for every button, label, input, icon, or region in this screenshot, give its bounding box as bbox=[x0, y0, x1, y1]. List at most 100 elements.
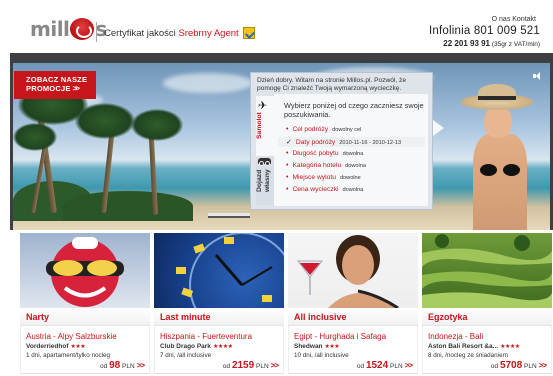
criterion-value: dowolna bbox=[342, 187, 364, 193]
check-icon: ✓ bbox=[286, 139, 292, 146]
site-header: mill s Certyfikat jakości Srebrny Agent … bbox=[0, 0, 553, 50]
criterion-length[interactable]: • Długość pobytu dowolna bbox=[286, 150, 363, 157]
card-photo-clock[interactable] bbox=[154, 233, 284, 308]
price-prefix: od bbox=[356, 363, 365, 370]
chevron-right-icon: >> bbox=[72, 84, 80, 93]
card-destination[interactable]: Indonezja - Bali bbox=[428, 332, 552, 341]
card-hotel: Shedwan ★★★ bbox=[294, 343, 340, 350]
car-icon bbox=[258, 158, 271, 166]
promotions-button[interactable]: ZOBACZ NASZE PROMOCJE >> bbox=[14, 71, 96, 99]
chevron-right-icon: >> bbox=[136, 361, 145, 370]
card-title[interactable]: Last minute bbox=[160, 312, 211, 322]
greeting-text: Dzień dobry. Witam na stronie Millos.pl.… bbox=[257, 77, 407, 92]
card-destination[interactable]: Hiszpania - Fuerteventura bbox=[160, 332, 284, 341]
price-currency: PLN bbox=[256, 363, 269, 370]
quality-certificate: Certyfikat jakości Srebrny Agent bbox=[104, 28, 239, 39]
speaker-icon[interactable] bbox=[533, 72, 543, 80]
card-info: 7 dni, /all inclusive bbox=[160, 352, 212, 359]
card-destination[interactable]: Egipt - Hurghada i Safaga bbox=[294, 332, 418, 341]
card-hotel: Club Drago Park ★★★★ bbox=[160, 343, 233, 350]
card-title[interactable]: Narty bbox=[26, 312, 49, 322]
card-price[interactable]: od 1524 PLN >> bbox=[356, 360, 413, 371]
price-amount: 2159 bbox=[231, 360, 255, 371]
criterion-value: dowolne bbox=[339, 175, 361, 181]
hotel-name: Vorderriedhof bbox=[26, 343, 69, 350]
promo-line1: ZOBACZ NASZE bbox=[26, 75, 88, 84]
card-hotel: Vorderriedhof ★★★ bbox=[26, 343, 86, 350]
hotel-name: Club Drago Park bbox=[160, 343, 211, 350]
logo-mark-icon bbox=[70, 18, 95, 40]
chevron-right-icon: >> bbox=[538, 361, 547, 370]
star-rating-icon: ★★★★ bbox=[212, 344, 233, 350]
criterion-label: Długość pobytu bbox=[292, 150, 339, 157]
speech-arrow bbox=[433, 120, 444, 136]
promo-line2: PROMOCJE bbox=[26, 84, 71, 93]
bullet-icon: • bbox=[286, 150, 289, 157]
card-photo-skier[interactable] bbox=[20, 233, 150, 308]
hotel-name: Shedwan bbox=[294, 343, 323, 350]
criterion-label: Miejsce wylotu bbox=[292, 174, 336, 181]
bullet-icon: • bbox=[286, 126, 289, 133]
agent-woman-image bbox=[461, 84, 547, 230]
price-amount: 5708 bbox=[499, 360, 523, 371]
boat bbox=[208, 213, 250, 218]
price-currency: PLN bbox=[122, 363, 135, 370]
hotline-phone-number: 22 201 93 91 bbox=[443, 39, 491, 48]
card-info: 8 dni, /nocleg ze śniadaniem bbox=[428, 352, 508, 359]
criterion-destination[interactable]: • Cel podróży dowolny cel bbox=[286, 126, 361, 133]
star-rating-icon: ★★★ bbox=[324, 344, 340, 350]
star-rating-icon: ★★★★ bbox=[500, 344, 520, 350]
bullet-icon: • bbox=[286, 186, 289, 193]
card-egzotyka[interactable]: Egzotyka Indonezja - Bali Aston Bali Res… bbox=[422, 233, 552, 374]
bullet-icon: • bbox=[286, 162, 289, 169]
card-price[interactable]: od 2159 PLN >> bbox=[222, 360, 279, 371]
card-info: 10 dni, /all inclusive bbox=[294, 352, 349, 359]
card-price[interactable]: od 98 PLN >> bbox=[100, 360, 145, 371]
hotline-number: Infolinia 801 009 521 bbox=[429, 25, 540, 37]
card-last-minute[interactable]: Last minute Hiszpania - Fuerteventura Cl… bbox=[154, 233, 284, 374]
card-info: 1 dni, apartament/tylko nocleg bbox=[26, 352, 111, 359]
criterion-price[interactable]: • Cena wycieczki dowolna bbox=[286, 186, 363, 193]
card-title[interactable]: All inclusive bbox=[294, 312, 347, 322]
card-photo-woman-drink[interactable] bbox=[288, 233, 418, 308]
criterion-departure[interactable]: • Miejsce wylotu dowolne bbox=[286, 174, 361, 181]
logo-separator bbox=[96, 22, 97, 42]
criterion-label: Cena wycieczki bbox=[292, 186, 339, 193]
card-hotel: Aston Bali Resort &a... ★★★★ bbox=[428, 343, 520, 350]
star-rating-icon: ★★★ bbox=[70, 344, 86, 350]
card-all-inclusive[interactable]: All inclusive Egipt - Hurghada i Safaga … bbox=[288, 233, 418, 374]
price-prefix: od bbox=[100, 363, 108, 370]
criterion-value: dowolny cel bbox=[332, 127, 362, 133]
hotline-cost: (35gr z VAT/min) bbox=[491, 41, 540, 48]
cert-highlight[interactable]: Srebrny Agent bbox=[178, 28, 238, 39]
chevron-right-icon: >> bbox=[270, 361, 279, 370]
price-currency: PLN bbox=[390, 363, 403, 370]
criterion-dates[interactable]: ✓ Daty podróży 2010-11-16 - 2010-12-13 bbox=[286, 138, 401, 146]
card-title[interactable]: Egzotyka bbox=[428, 312, 468, 322]
card-photo-rice-terraces[interactable] bbox=[422, 233, 552, 308]
hotline-phone: 22 201 93 91 (35gr z VAT/min) bbox=[443, 39, 540, 48]
card-destination[interactable]: Austria - Alpy Salzburskie bbox=[26, 332, 150, 341]
about-contact-link[interactable]: O nas Kontakt bbox=[492, 16, 536, 23]
price-amount: 98 bbox=[109, 360, 121, 371]
plane-icon: ✈ bbox=[258, 100, 268, 112]
criterion-label: Cel podróży bbox=[292, 126, 329, 133]
price-prefix: od bbox=[222, 363, 231, 370]
bullet-icon: • bbox=[286, 174, 289, 181]
criterion-value: dowolna bbox=[342, 151, 364, 157]
criterion-value: dowolna bbox=[345, 163, 367, 169]
price-amount: 1524 bbox=[365, 360, 389, 371]
criterion-value: 2010-11-16 - 2010-12-13 bbox=[339, 140, 402, 146]
card-price[interactable]: od 5708 PLN >> bbox=[490, 360, 547, 371]
card-narty[interactable]: Narty Austria - Alpy Salzburskie Vorderr… bbox=[20, 233, 150, 374]
search-intro: Wybierz poniżej od czego zaczniesz swoje… bbox=[284, 101, 424, 119]
criterion-label: Kategoria hotelu bbox=[292, 162, 342, 169]
criterion-hotel-category[interactable]: • Kategoria hotelu dowolna bbox=[286, 162, 366, 169]
price-prefix: od bbox=[490, 363, 499, 370]
chevron-right-icon: >> bbox=[404, 361, 413, 370]
price-currency: PLN bbox=[524, 363, 537, 370]
hotel-name: Aston Bali Resort &a... bbox=[428, 343, 499, 350]
logo-text-left: mill bbox=[30, 17, 70, 41]
cert-prefix: Certyfikat jakości bbox=[104, 28, 176, 39]
criterion-label: Daty podróży bbox=[295, 139, 336, 146]
